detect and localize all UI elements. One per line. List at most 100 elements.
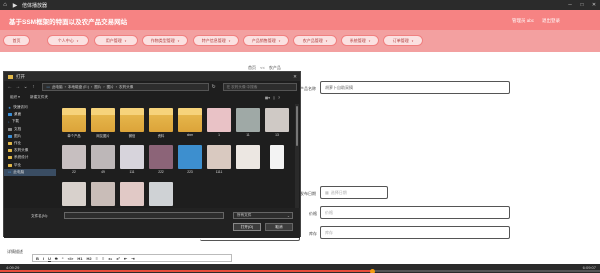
subscript-button[interactable]: x₂ bbox=[108, 256, 112, 261]
nav-item-crop-types[interactable]: 作物类型管理 ▾ bbox=[142, 35, 188, 46]
file-item[interactable]: 223 bbox=[177, 145, 203, 177]
dialog-scrollbar[interactable] bbox=[295, 104, 299, 208]
sidebar-item-downloads[interactable]: ↓ 下载 bbox=[4, 118, 56, 125]
sidebar-item-design[interactable]: 系统设计 bbox=[4, 154, 56, 161]
folder-icon bbox=[149, 108, 173, 132]
path-part[interactable]: 此电脑 bbox=[52, 85, 63, 90]
folder-item[interactable]: 网友图片 bbox=[90, 108, 116, 140]
user-link[interactable]: 管理员 abc bbox=[512, 18, 534, 24]
nav-item-home[interactable]: 首页 bbox=[3, 35, 30, 46]
close-button[interactable]: ✕ bbox=[588, 2, 600, 8]
nav-item-orders[interactable]: 订单管理 ▾ bbox=[383, 35, 423, 46]
file-item[interactable] bbox=[90, 182, 116, 208]
nav-item-products[interactable]: 农产品管理 ▾ bbox=[293, 35, 337, 46]
name-input[interactable]: 胡萝卜自助采摘 bbox=[320, 81, 510, 94]
home-icon[interactable]: ⌂ bbox=[0, 0, 10, 10]
filetype-value: 所有文件 bbox=[237, 213, 252, 217]
path-part[interactable]: 图片 bbox=[107, 85, 114, 90]
minimize-button[interactable]: ─ bbox=[564, 2, 576, 8]
file-name: 微信 bbox=[128, 134, 136, 138]
sidebar-item-this-pc[interactable]: ▭ 此电脑 bbox=[4, 168, 56, 176]
back-icon[interactable]: ← bbox=[7, 84, 13, 90]
sidebar-item-avatars[interactable]: 农药头像 bbox=[4, 147, 56, 154]
h1-button[interactable]: H1 bbox=[77, 256, 82, 261]
quote-button[interactable]: “ bbox=[62, 256, 64, 261]
stock-input[interactable]: 库存 bbox=[320, 226, 510, 239]
seek-bar[interactable] bbox=[0, 268, 600, 273]
outdent-button[interactable]: ⇤ bbox=[124, 256, 127, 261]
dialog-close-button[interactable]: ✕ bbox=[290, 74, 300, 80]
folder-item[interactable]: xbm bbox=[177, 108, 203, 140]
file-item[interactable]: 22 bbox=[61, 145, 87, 177]
download-icon: ↓ bbox=[8, 119, 10, 124]
nav-item-label: 订单管理 bbox=[392, 37, 409, 43]
folder-item[interactable]: 单个产品 bbox=[61, 108, 87, 140]
bold-button[interactable]: B bbox=[36, 256, 39, 261]
sidebar-item-desktop[interactable]: 桌面 bbox=[4, 111, 56, 118]
address-bar[interactable]: ▭ 此电脑 › 本地磁盘 (E:) › 图片 › 图片 › 农药头像 bbox=[42, 83, 209, 91]
nav-item-specialty[interactable]: 特产信息管理 ▾ bbox=[193, 35, 239, 46]
organize-button[interactable]: 组织 ▾ bbox=[10, 95, 20, 100]
filetype-select[interactable]: 所有文件 ⌄ bbox=[233, 212, 293, 219]
file-item[interactable]: 13 bbox=[264, 108, 290, 140]
scrollbar-thumb[interactable] bbox=[295, 106, 299, 146]
chevron-down-icon: ▾ bbox=[368, 38, 371, 43]
sidebar-item-graduation[interactable]: 毕业 bbox=[4, 162, 56, 169]
sidebar-item-docs[interactable]: 文档 bbox=[4, 126, 56, 133]
nav-item-sales[interactable]: 产品销售管理 ▾ bbox=[243, 35, 289, 46]
sidebar-item-homework[interactable]: 作业 bbox=[4, 140, 56, 147]
file-grid: 单个产品 网友图片 微信 资料 xbm 1 11 13 22 49 111 222 223 1111 bbox=[61, 108, 293, 208]
file-name: 111 bbox=[129, 170, 135, 174]
sidebar-item-pictures[interactable]: 图片 bbox=[4, 133, 56, 140]
strike-button[interactable]: S bbox=[55, 256, 58, 261]
help-icon[interactable]: ? bbox=[278, 96, 280, 100]
file-item[interactable] bbox=[264, 145, 290, 177]
underline-button[interactable]: U bbox=[48, 256, 51, 261]
file-item[interactable] bbox=[148, 182, 174, 208]
sidebar-item-quick-access[interactable]: ★ 快速访问 bbox=[4, 104, 56, 111]
file-item[interactable]: 1111 bbox=[206, 145, 232, 177]
view-mode-icon[interactable]: ▦▾ bbox=[265, 96, 270, 100]
maximize-button[interactable]: □ bbox=[576, 2, 588, 8]
nav-item-system[interactable]: 系统管理 ▾ bbox=[341, 35, 379, 46]
open-button[interactable]: 打开(O) bbox=[233, 223, 261, 231]
file-item[interactable] bbox=[235, 145, 261, 177]
logout-link[interactable]: 退出登录 bbox=[542, 18, 560, 24]
indent-button[interactable]: ⇥ bbox=[131, 256, 134, 261]
nav-item-profile[interactable]: 个人中心 ▾ bbox=[47, 35, 89, 46]
file-item[interactable]: 222 bbox=[148, 145, 174, 177]
refresh-icon[interactable]: ↻ bbox=[211, 84, 217, 90]
seek-knob[interactable] bbox=[369, 268, 375, 273]
ordered-list-button[interactable]: ≡ bbox=[96, 256, 98, 261]
path-part[interactable]: 本地磁盘 (E:) bbox=[68, 85, 89, 90]
preview-pane-icon[interactable]: ▯ bbox=[273, 96, 275, 100]
chevron-down-icon[interactable]: ⌄ bbox=[23, 84, 29, 90]
path-part[interactable]: 图片 bbox=[94, 85, 101, 90]
file-item[interactable] bbox=[61, 182, 87, 208]
file-item[interactable]: 111 bbox=[119, 145, 145, 177]
bullet-list-button[interactable]: ≡ bbox=[102, 256, 104, 261]
up-icon[interactable]: ↑ bbox=[31, 84, 37, 90]
file-item[interactable]: 11 bbox=[235, 108, 261, 140]
sidebar-item-label: 快速访问 bbox=[13, 105, 28, 110]
forward-icon[interactable]: → bbox=[15, 84, 21, 90]
folder-item[interactable]: 资料 bbox=[148, 108, 174, 140]
date-input[interactable]: ▦ 选择日期 bbox=[320, 186, 388, 199]
price-input[interactable]: 价格 bbox=[320, 206, 510, 219]
file-item[interactable]: 1 bbox=[206, 108, 232, 140]
file-item[interactable] bbox=[119, 182, 145, 208]
superscript-button[interactable]: x² bbox=[116, 256, 120, 261]
breadcrumb-home[interactable]: 首页 bbox=[248, 65, 256, 70]
file-item[interactable]: 49 bbox=[90, 145, 116, 177]
sidebar-item-label: 图片 bbox=[14, 133, 22, 138]
h2-button[interactable]: H2 bbox=[87, 256, 92, 261]
new-folder-button[interactable]: 新建文件夹 bbox=[30, 95, 48, 100]
code-button[interactable]: </> bbox=[68, 256, 74, 261]
cancel-button[interactable]: 取消 bbox=[265, 223, 293, 231]
path-part[interactable]: 农药头像 bbox=[119, 85, 133, 90]
italic-button[interactable]: I bbox=[43, 256, 44, 261]
filename-input[interactable] bbox=[64, 212, 224, 219]
dialog-search-input[interactable]: 在 农药头像 中搜索 bbox=[222, 83, 297, 91]
nav-item-users[interactable]: 用户管理 ▾ bbox=[94, 35, 138, 46]
folder-item[interactable]: 微信 bbox=[119, 108, 145, 140]
